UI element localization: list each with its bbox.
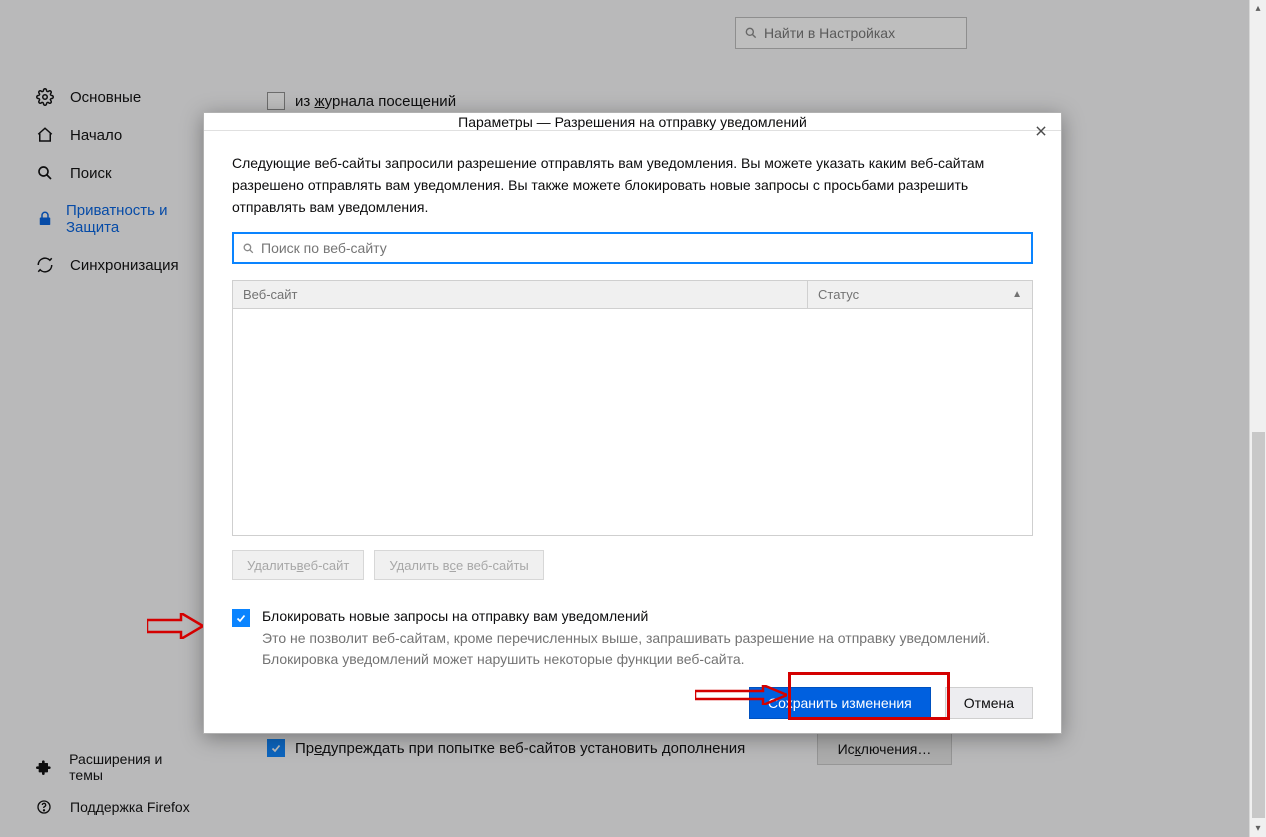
checkbox-unchecked[interactable] <box>267 92 285 110</box>
puzzle-icon <box>36 759 57 775</box>
lock-icon <box>36 210 54 228</box>
settings-search-input[interactable] <box>764 25 958 41</box>
dialog-search[interactable] <box>232 232 1033 264</box>
sites-table-header: Веб-сайт Статус ▲ <box>233 281 1032 309</box>
scrollbar-down-icon[interactable]: ▾ <box>1250 820 1266 837</box>
scrollbar-thumb[interactable] <box>1252 432 1265 818</box>
sidebar-item-label: Начало <box>70 127 122 144</box>
sidebar-item-general[interactable]: Основные <box>0 78 215 116</box>
search-icon <box>36 164 58 182</box>
sidebar-item-home[interactable]: Начало <box>0 116 215 154</box>
sidebar-item-support[interactable]: Поддержка Firefox <box>0 791 215 823</box>
history-checkbox-label: из журнала посещений <box>295 93 456 110</box>
sidebar-item-label: Синхронизация <box>70 257 179 274</box>
block-new-requests-label: Блокировать новые запросы на отправку ва… <box>262 608 1033 624</box>
search-icon <box>744 26 758 40</box>
dialog-title: Параметры — Разрешения на отправку уведо… <box>458 114 807 130</box>
sidebar-item-label: Поиск <box>70 165 112 182</box>
block-new-requests-description: Это не позволит веб-сайтам, кроме перечи… <box>262 628 1033 669</box>
remove-site-button[interactable]: Удалить веб-сайт <box>232 550 364 580</box>
sites-table: Веб-сайт Статус ▲ <box>232 280 1033 536</box>
sidebar-item-label: Поддержка Firefox <box>70 799 190 815</box>
column-header-site[interactable]: Веб-сайт <box>233 281 808 308</box>
sort-asc-icon: ▲ <box>1012 289 1022 300</box>
gear-icon <box>36 88 58 106</box>
warn-addons-row[interactable]: Предупреждать при попытке веб-сайтов уст… <box>267 739 745 757</box>
column-header-status[interactable]: Статус ▲ <box>808 287 1032 302</box>
cancel-button[interactable]: Отмена <box>945 687 1033 719</box>
dialog-description: Следующие веб-сайты запросили разрешение… <box>232 153 1033 218</box>
block-new-requests-checkbox[interactable] <box>232 609 250 627</box>
exceptions-button[interactable]: Исключения… <box>817 733 952 765</box>
dialog-close-button[interactable] <box>1027 117 1055 145</box>
settings-sidebar: Основные Начало Поиск Приватность и Защи… <box>0 0 215 837</box>
warn-addons-label: Предупреждать при попытке веб-сайтов уст… <box>295 740 745 757</box>
sidebar-item-label: Основные <box>70 89 141 106</box>
help-icon <box>36 799 58 815</box>
sidebar-item-extensions[interactable]: Расширения и темы <box>0 743 215 791</box>
sidebar-item-search[interactable]: Поиск <box>0 154 215 192</box>
sync-icon <box>36 256 58 274</box>
sidebar-item-label: Приватность и Защита <box>66 202 195 236</box>
dialog-title-bar: Параметры — Разрешения на отправку уведо… <box>204 113 1061 131</box>
scrollbar-up-icon[interactable]: ▴ <box>1250 0 1266 17</box>
page-scrollbar[interactable]: ▴ ▾ <box>1249 0 1266 837</box>
block-new-requests-row: Блокировать новые запросы на отправку ва… <box>232 608 1033 669</box>
notifications-permissions-dialog: Параметры — Разрешения на отправку уведо… <box>203 112 1062 734</box>
history-checkbox-row[interactable]: из журнала посещений <box>267 92 456 110</box>
home-icon <box>36 126 58 144</box>
sidebar-item-label: Расширения и темы <box>69 751 195 783</box>
settings-search[interactable] <box>735 17 967 49</box>
sidebar-item-sync[interactable]: Синхронизация <box>0 246 215 284</box>
search-icon <box>242 242 255 255</box>
save-changes-button[interactable]: Сохранить изменения <box>749 687 931 719</box>
sidebar-item-privacy[interactable]: Приватность и Защита <box>0 192 215 246</box>
checkbox-checked[interactable] <box>267 739 285 757</box>
remove-all-sites-button[interactable]: Удалить все веб-сайты <box>374 550 543 580</box>
dialog-search-input[interactable] <box>261 240 1023 256</box>
